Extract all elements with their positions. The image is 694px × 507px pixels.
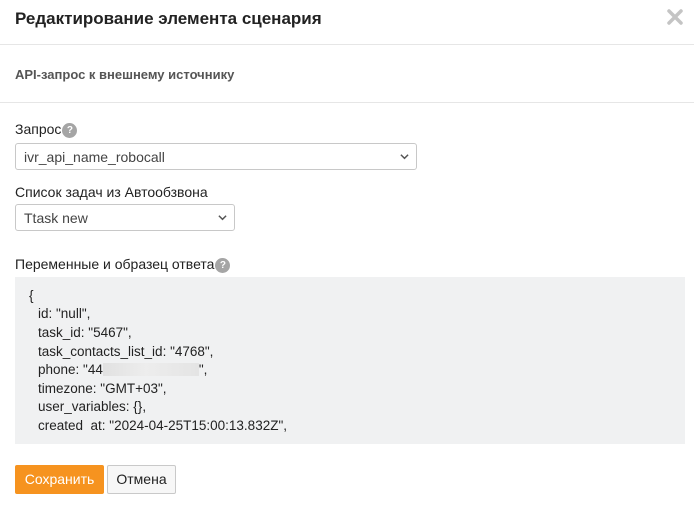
help-icon[interactable]: ? bbox=[215, 258, 231, 273]
help-icon[interactable]: ? bbox=[62, 123, 78, 138]
code-line-user-variables: user_variables: {}, bbox=[38, 399, 147, 414]
chevron-down-icon bbox=[218, 215, 227, 221]
request-label-text: Запрос bbox=[15, 121, 62, 137]
element-type-title: API-запрос к внешнему источнику bbox=[15, 67, 235, 82]
dialog-subheader: API-запрос к внешнему источнику bbox=[0, 45, 694, 103]
phone-suffix: ", bbox=[198, 362, 208, 377]
chevron-down-icon bbox=[400, 154, 409, 160]
dialog-title: Редактирование элемента сценария bbox=[15, 9, 322, 28]
cancel-button[interactable]: Отмена bbox=[107, 465, 176, 494]
phone-prefix: phone: "44 bbox=[38, 362, 103, 377]
code-line-phone: phone: "44 ", bbox=[38, 361, 207, 380]
request-select[interactable]: ivr_api_name_robocall bbox=[15, 143, 417, 170]
variables-label: Переменные и образец ответа? bbox=[15, 256, 231, 273]
code-line-created-at: created at: "2024-04-25T15:00:13.832Z", bbox=[38, 418, 287, 433]
response-sample-code: { id: "null", task_id: "5467", task_cont… bbox=[15, 277, 685, 444]
code-line-task-contacts-list-id: task_contacts_list_id: "4768", bbox=[38, 344, 214, 359]
save-button[interactable]: Сохранить bbox=[15, 465, 104, 494]
request-label: Запрос? bbox=[15, 121, 78, 138]
request-select-value: ivr_api_name_robocall bbox=[24, 149, 165, 165]
masked-phone-number bbox=[102, 363, 199, 376]
code-open-brace: { bbox=[29, 288, 34, 303]
code-line-task-id: task_id: "5467", bbox=[38, 325, 132, 340]
close-icon[interactable] bbox=[666, 8, 684, 26]
code-line-timezone: timezone: "GMT+03", bbox=[38, 381, 167, 396]
tasks-select-value: Ttask new bbox=[24, 210, 88, 226]
tasks-label: Список задач из Автообзвона bbox=[15, 184, 208, 200]
code-line-id: id: "null", bbox=[38, 306, 91, 321]
variables-label-text: Переменные и образец ответа bbox=[15, 256, 215, 272]
dialog-header: Редактирование элемента сценария bbox=[0, 0, 694, 45]
tasks-select[interactable]: Ttask new bbox=[15, 204, 235, 231]
